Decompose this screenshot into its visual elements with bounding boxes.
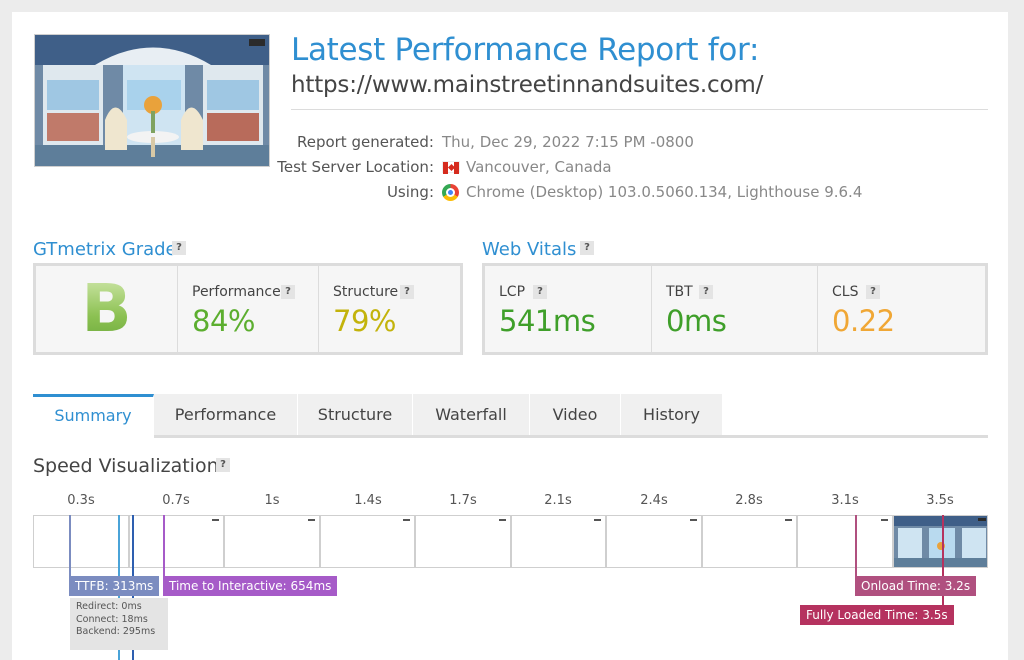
- lcp-value: 541ms: [499, 304, 596, 338]
- using-label: Using:: [386, 183, 434, 201]
- timeline-tick: 1.4s: [354, 493, 382, 508]
- tbt-label: TBT: [666, 284, 693, 300]
- timeline-tick: 2.4s: [640, 493, 668, 508]
- ttfb-connect: Connect: 18ms: [76, 613, 148, 625]
- structure-label: Structure: [333, 284, 399, 300]
- ttfb-breakdown: Redirect: 0ms Connect: 18ms Backend: 295…: [70, 598, 168, 650]
- timeline-tick: 2.8s: [735, 493, 763, 508]
- speed-visualization-heading: Speed Visualization: [33, 455, 219, 477]
- tti-marker[interactable]: Time to Interactive: 654ms: [163, 576, 338, 596]
- test-location-row: Test Server Location: Vancouver, Canada: [277, 158, 991, 178]
- report-generated-value: Thu, Dec 29, 2022 7:15 PM -0800: [442, 133, 694, 151]
- onload-marker[interactable]: Onload Time: 3.2s: [855, 576, 977, 596]
- timeline-tick: 1.7s: [449, 493, 477, 508]
- tab-summary[interactable]: Summary: [33, 394, 154, 438]
- filmstrip-frame[interactable]: [702, 515, 797, 568]
- lcp-cell: LCP ? 541ms: [485, 266, 652, 352]
- tab-history[interactable]: History: [621, 394, 723, 435]
- filmstrip-frame[interactable]: [320, 515, 415, 568]
- report-url[interactable]: https://www.mainstreetinnandsuites.com/: [291, 72, 763, 98]
- fully-loaded-marker[interactable]: Fully Loaded Time: 3.5s: [800, 605, 954, 625]
- browser-value: Chrome (Desktop) 103.0.5060.134, Lightho…: [466, 183, 863, 201]
- tbt-cell: TBT ? 0ms: [652, 266, 818, 352]
- filmstrip-frame[interactable]: [606, 515, 702, 568]
- gtmetrix-grade-heading: GTmetrix Grade: [33, 239, 177, 260]
- ttfb-marker[interactable]: TTFB: 313ms: [69, 576, 160, 596]
- performance-cell: Performance ? 84%: [178, 266, 319, 352]
- performance-label: Performance: [192, 284, 281, 300]
- filmstrip-frame[interactable]: [129, 515, 224, 568]
- grade-letter: B: [36, 270, 177, 347]
- tab-structure[interactable]: Structure: [298, 394, 413, 435]
- page-screenshot-thumbnail[interactable]: [34, 34, 270, 167]
- report-generated-row: Report generated: Thu, Dec 29, 2022 7:15…: [291, 133, 991, 153]
- browser-row: Using: Chrome (Desktop) 103.0.5060.134, …: [291, 183, 991, 203]
- structure-help-icon[interactable]: ?: [400, 285, 414, 299]
- web-vitals-help-icon[interactable]: ?: [580, 241, 594, 255]
- tab-video[interactable]: Video: [530, 394, 621, 435]
- gtmetrix-grade-panel: B Performance ? 84% Structure ? 79%: [33, 263, 463, 355]
- timeline-tick: 0.3s: [67, 493, 95, 508]
- fully-loaded-line: [942, 515, 944, 616]
- ttfb-backend: Backend: 295ms: [76, 626, 156, 637]
- grade-help-icon[interactable]: ?: [172, 241, 186, 255]
- tbt-value: 0ms: [666, 304, 727, 338]
- test-location-value: Vancouver, Canada: [466, 158, 612, 176]
- ttfb-redirect: Redirect: 0ms: [76, 601, 142, 612]
- test-location-label: Test Server Location:: [277, 158, 434, 176]
- report-generated-label: Report generated:: [296, 133, 434, 151]
- speed-help-icon[interactable]: ?: [216, 458, 230, 472]
- filmstrip-frame[interactable]: [511, 515, 606, 568]
- web-vitals-panel: LCP ? 541ms TBT ? 0ms CLS ? 0.22: [482, 263, 988, 355]
- cls-value: 0.22: [832, 304, 895, 338]
- filmstrip-frame[interactable]: [224, 515, 320, 568]
- tab-performance[interactable]: Performance: [154, 394, 298, 435]
- filmstrip-frame[interactable]: [415, 515, 511, 568]
- report-title: Latest Performance Report for:: [291, 32, 760, 68]
- header-divider: [291, 109, 988, 110]
- grade-letter-cell: B: [36, 266, 178, 352]
- structure-value: 79%: [333, 304, 396, 338]
- timeline-tick: 3.1s: [831, 493, 859, 508]
- cls-label: CLS: [832, 284, 859, 300]
- lcp-label: LCP: [499, 284, 526, 300]
- filmstrip-frame-loaded[interactable]: [893, 515, 988, 568]
- cls-cell: CLS ? 0.22: [818, 266, 985, 352]
- performance-value: 84%: [192, 304, 255, 338]
- filmstrip-frame[interactable]: [33, 515, 129, 568]
- performance-help-icon[interactable]: ?: [281, 285, 295, 299]
- timeline-tick: 3.5s: [926, 493, 954, 508]
- cls-help-icon[interactable]: ?: [866, 285, 880, 299]
- tbt-help-icon[interactable]: ?: [699, 285, 713, 299]
- timeline-tick: 2.1s: [544, 493, 572, 508]
- canada-flag-icon: [442, 161, 460, 174]
- lcp-help-icon[interactable]: ?: [533, 285, 547, 299]
- chrome-icon: [442, 184, 459, 201]
- report-tabs: Summary Performance Structure Waterfall …: [33, 394, 988, 438]
- timeline-tick: 0.7s: [162, 493, 190, 508]
- report-card: Latest Performance Report for: https://w…: [12, 12, 1008, 660]
- timeline-tick: 1s: [264, 493, 280, 508]
- tab-waterfall[interactable]: Waterfall: [413, 394, 530, 435]
- filmstrip-frame[interactable]: [797, 515, 893, 568]
- web-vitals-heading: Web Vitals: [482, 239, 577, 260]
- structure-cell: Structure ? 79%: [319, 266, 460, 352]
